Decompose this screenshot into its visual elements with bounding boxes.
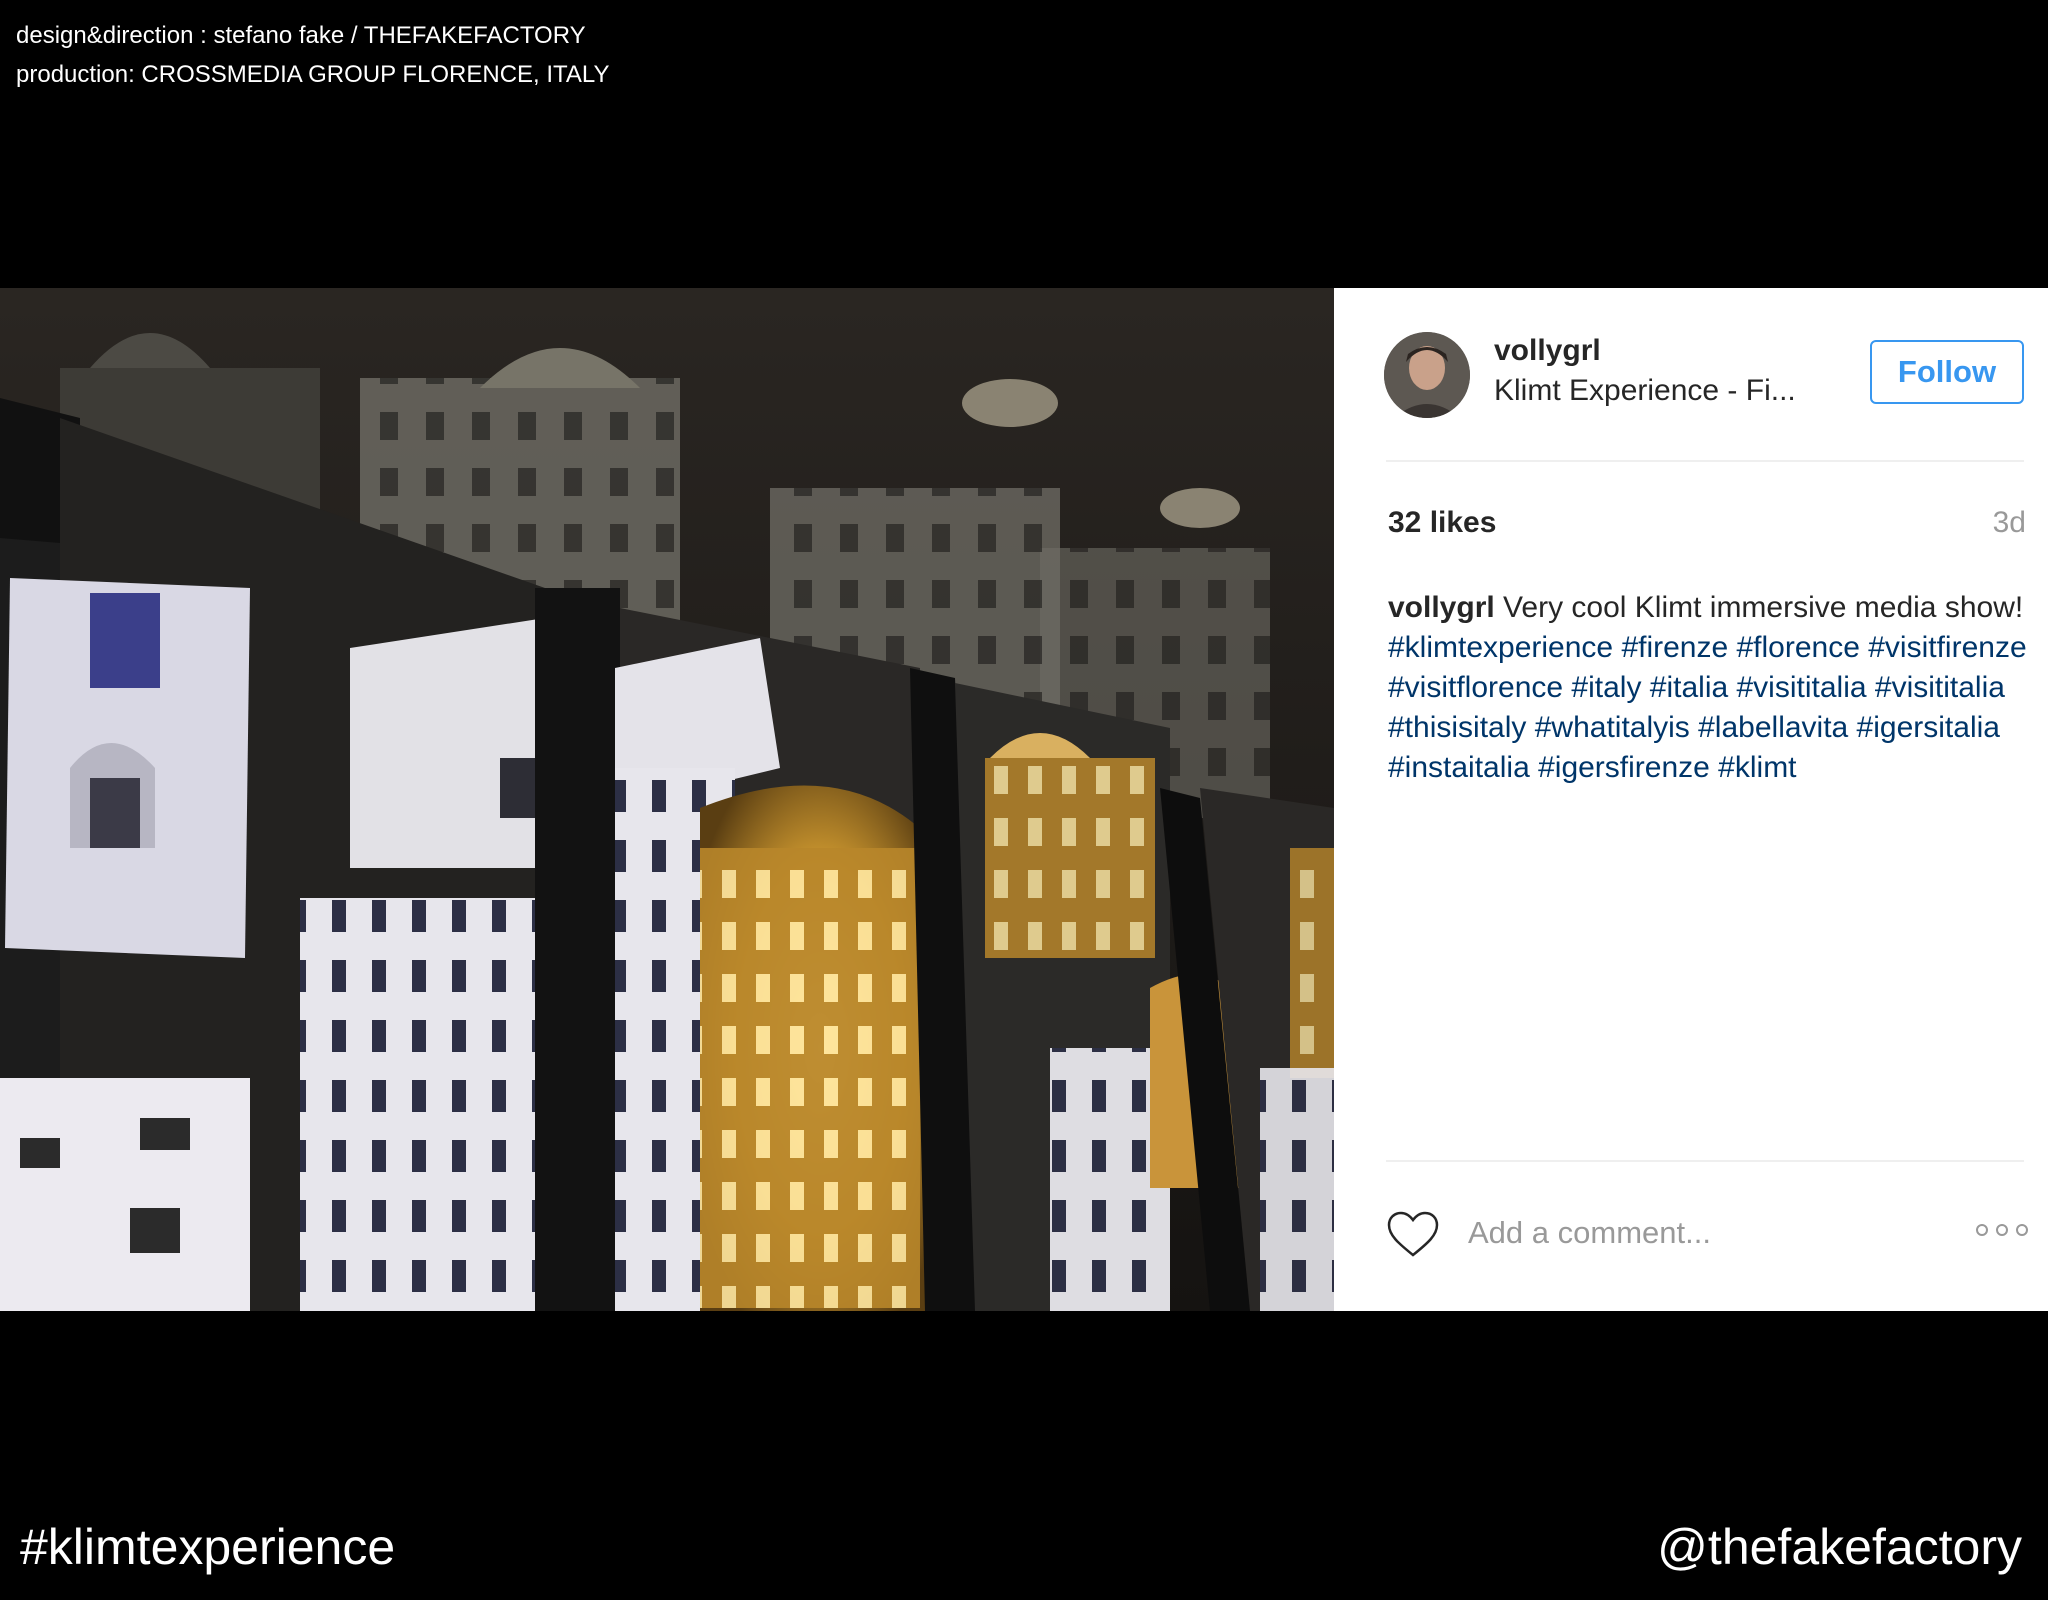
divider-top: [1386, 460, 2024, 462]
credits: design&direction : stefano fake / THEFAK…: [16, 16, 610, 94]
caption-text: Very cool Klimt immersive media show!: [1503, 591, 2024, 624]
more-options-icon[interactable]: [1974, 1218, 2030, 1242]
comment-input[interactable]: [1466, 1204, 1940, 1262]
instagram-post: vollygrl Klimt Experience - Fi... Follow…: [0, 288, 2048, 1311]
caption-hashtags[interactable]: #klimtexperience #firenze #florence #vis…: [1388, 628, 2038, 788]
projection-photo-illustration: [0, 288, 1334, 1311]
follow-button[interactable]: Follow: [1870, 340, 2024, 404]
likes-count[interactable]: 32 likes: [1388, 506, 1496, 540]
post-caption: vollygrl Very cool Klimt immersive media…: [1388, 588, 2038, 788]
caption-username[interactable]: vollygrl: [1388, 591, 1495, 624]
credit-design: design&direction : stefano fake / THEFAK…: [16, 22, 586, 49]
post-username[interactable]: vollygrl: [1494, 334, 1601, 368]
post-photo[interactable]: [0, 288, 1334, 1311]
post-time[interactable]: 3d: [1993, 506, 2026, 540]
avatar[interactable]: [1384, 332, 1470, 418]
post-location[interactable]: Klimt Experience - Fi...: [1494, 374, 1824, 408]
footer-hashtag: #klimtexperience: [20, 1519, 396, 1575]
divider-bottom: [1386, 1160, 2024, 1162]
credit-production: production: CROSSMEDIA GROUP FLORENCE, I…: [16, 61, 610, 88]
footer-handle: @thefakefactory: [1657, 1519, 2022, 1575]
post-sidebar: vollygrl Klimt Experience - Fi... Follow…: [1334, 288, 2048, 1311]
heart-outline-icon[interactable]: [1386, 1210, 1440, 1258]
